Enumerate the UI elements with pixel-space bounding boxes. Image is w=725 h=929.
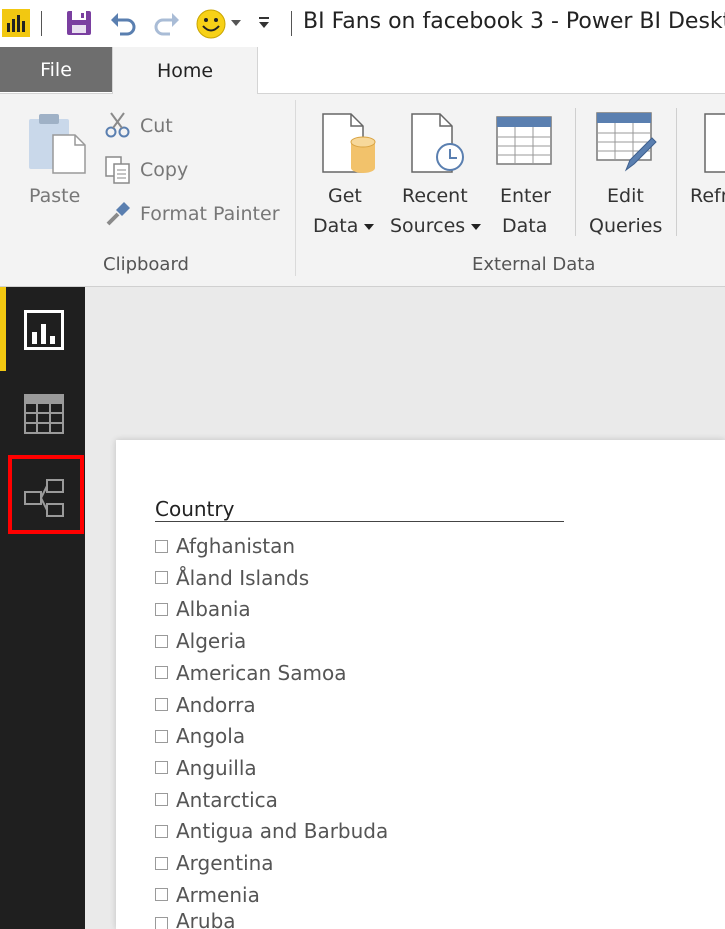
recent-sources-label-2: Sources — [390, 215, 466, 237]
format-painter-icon[interactable] — [104, 200, 132, 228]
list-item-label: Angola — [176, 724, 246, 749]
checkbox[interactable] — [155, 602, 168, 616]
checkbox[interactable] — [155, 793, 168, 807]
edit-queries-label-2[interactable]: Queries — [589, 215, 662, 237]
refresh-icon[interactable] — [704, 112, 725, 174]
data-view-button[interactable] — [0, 371, 85, 455]
paste-button[interactable]: Paste — [29, 185, 80, 207]
list-item[interactable]: Argentina — [155, 848, 274, 878]
checkbox[interactable] — [155, 856, 168, 870]
get-data-label-2: Data — [313, 215, 359, 237]
list-item[interactable]: Antarctica — [155, 785, 278, 815]
enter-data-table-icon[interactable] — [496, 116, 552, 166]
ribbon-group-divider — [295, 100, 296, 276]
title-bar: BI Fans on facebook 3 - Power BI Deskto — [0, 0, 725, 47]
data-view-icon — [24, 394, 64, 434]
title-separator — [41, 11, 42, 36]
ribbon-divider — [575, 108, 576, 236]
list-item-label: Anguilla — [176, 755, 257, 780]
dropdown-caret-icon — [471, 223, 482, 230]
list-item-label: Åland Islands — [176, 565, 310, 590]
list-item[interactable]: Antigua and Barbuda — [155, 816, 388, 846]
report-view-button[interactable] — [0, 287, 85, 371]
enter-data-label-1[interactable]: Enter — [500, 185, 551, 207]
checkbox[interactable] — [155, 761, 168, 775]
window-title: BI Fans on facebook 3 - Power BI Deskto — [303, 9, 725, 34]
list-item-label: Argentina — [176, 851, 274, 875]
list-item-label: Antarctica — [176, 787, 278, 812]
checkbox[interactable] — [155, 917, 168, 929]
report-view-icon — [24, 310, 64, 350]
list-item[interactable]: Algeria — [155, 626, 246, 656]
slicer-title: Country — [155, 497, 235, 521]
list-item[interactable]: Anguilla — [155, 753, 257, 783]
format-painter-button[interactable]: Format Painter — [140, 203, 280, 225]
relationships-highlight-box — [8, 455, 84, 534]
get-data-label-1[interactable]: Get — [328, 185, 362, 207]
title-separator-2 — [291, 11, 292, 36]
cut-button[interactable]: Cut — [140, 115, 173, 137]
clipboard-group-label: Clipboard — [103, 254, 189, 275]
copy-icon[interactable] — [104, 155, 132, 185]
list-item-label: Afghanistan — [176, 534, 296, 558]
enter-data-label-2[interactable]: Data — [502, 215, 547, 237]
list-item[interactable]: Andorra — [155, 690, 256, 720]
list-item-label: Albania — [176, 597, 251, 622]
recent-sources-button[interactable]: Sources — [390, 215, 482, 237]
smiley-feedback-icon[interactable] — [194, 8, 228, 42]
dropdown-caret-icon — [364, 223, 375, 230]
list-item-label: Armenia — [176, 882, 260, 907]
tab-file[interactable]: File — [0, 47, 112, 92]
checkbox[interactable] — [155, 729, 168, 743]
ribbon-tabs: File Home — [0, 47, 725, 95]
checkbox[interactable] — [155, 824, 168, 838]
copy-button[interactable]: Copy — [140, 159, 188, 181]
get-data-button[interactable]: Data — [313, 215, 375, 237]
external-data-group-label: External Data — [472, 254, 596, 275]
list-item-label: Antigua and Barbuda — [176, 819, 389, 844]
list-item[interactable]: Angola — [155, 721, 245, 751]
chevron-down-icon[interactable] — [230, 18, 242, 28]
list-item[interactable]: American Samoa — [155, 658, 346, 688]
left-navigation — [0, 287, 85, 929]
list-item[interactable]: Åland Islands — [155, 563, 309, 593]
list-item[interactable]: Afghanistan — [155, 531, 295, 561]
list-item-label: American Samoa — [176, 660, 347, 685]
checkbox[interactable] — [155, 571, 168, 585]
paste-icon[interactable] — [27, 113, 89, 175]
tab-home[interactable]: Home — [112, 47, 258, 95]
edit-queries-label-1[interactable]: Edit — [607, 185, 644, 207]
slicer-header-underline — [155, 521, 564, 522]
edit-queries-icon[interactable] — [596, 112, 658, 174]
checkbox[interactable] — [155, 698, 168, 711]
list-item[interactable]: Albania — [155, 594, 251, 624]
checkbox[interactable] — [155, 634, 168, 648]
list-item-label: Aruba — [176, 909, 236, 929]
get-data-icon[interactable] — [321, 112, 379, 174]
list-item-label: Andorra — [176, 692, 256, 717]
checkbox[interactable] — [155, 666, 168, 680]
undo-icon[interactable] — [108, 8, 138, 38]
power-bi-logo-icon[interactable] — [2, 9, 30, 37]
customize-toolbar-icon[interactable] — [257, 14, 271, 30]
recent-sources-label-1[interactable]: Recent — [402, 185, 468, 207]
scissors-icon[interactable] — [104, 111, 132, 139]
save-icon[interactable] — [66, 8, 92, 38]
ribbon-divider — [676, 108, 677, 236]
checkbox[interactable] — [155, 888, 168, 902]
redo-icon[interactable] — [152, 8, 182, 38]
refresh-button[interactable]: Refr — [690, 185, 725, 207]
checkbox[interactable] — [155, 539, 168, 553]
recent-sources-icon[interactable] — [410, 112, 468, 174]
list-item-label: Algeria — [176, 629, 247, 654]
list-item[interactable]: Armenia — [155, 880, 260, 910]
list-item[interactable]: Aruba — [155, 909, 236, 929]
ribbon: Paste Cut Copy Format Painter Clipboard … — [0, 94, 725, 287]
